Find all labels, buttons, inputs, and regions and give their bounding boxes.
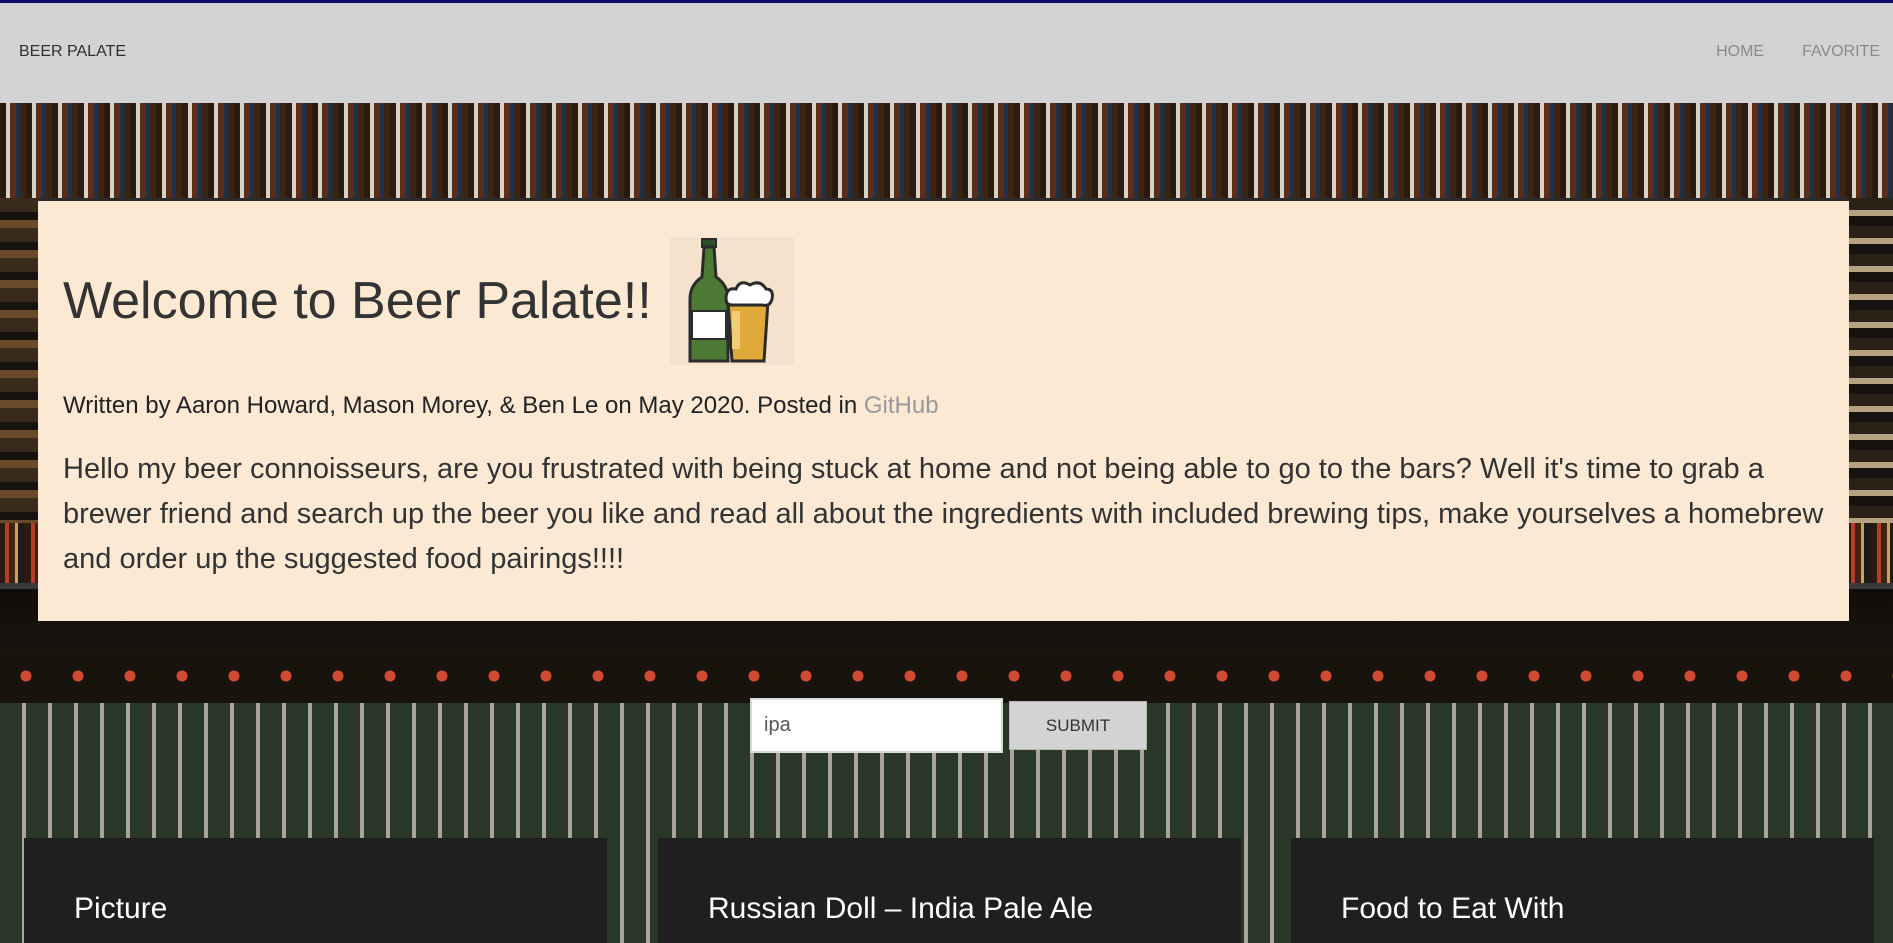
food-pairing-panel: Food to Eat With (1291, 838, 1874, 943)
page-title: Welcome to Beer Palate!! (63, 272, 652, 330)
panel-title: Picture (74, 892, 168, 925)
top-shelf-bottles (0, 103, 1893, 198)
bottle-caps-row (0, 669, 1893, 683)
right-bottle-stack (1848, 198, 1893, 528)
nav-favorite-link[interactable]: FAVORITE (1802, 43, 1880, 61)
nav-links: HOME FAVORITE (1716, 43, 1880, 61)
github-link[interactable]: GitHub (864, 392, 939, 419)
byline-text: Written by Aaron Howard, Mason Morey, & … (63, 392, 864, 419)
top-navbar: BEER PALATE HOME FAVORITE (0, 0, 1893, 103)
beer-search-form: SUBMIT (750, 698, 1147, 753)
beer-details-panel: Russian Doll – India Pale Ale (658, 838, 1241, 943)
panel-title: Food to Eat With (1341, 892, 1565, 925)
picture-panel: Picture (24, 838, 607, 943)
welcome-card: Welcome to Beer Palate!! Written by Aaro… (38, 201, 1849, 621)
beer-bottle-and-glass-icon (669, 237, 794, 365)
left-bottle-stack (0, 198, 38, 528)
welcome-title-row: Welcome to Beer Palate!! (63, 237, 794, 365)
submit-button[interactable]: SUBMIT (1009, 701, 1147, 750)
nav-home-link[interactable]: HOME (1716, 43, 1764, 61)
panel-title: Russian Doll – India Pale Ale (708, 892, 1094, 925)
brand-link[interactable]: BEER PALATE (19, 43, 126, 61)
search-input[interactable] (750, 698, 1003, 753)
byline: Written by Aaron Howard, Mason Morey, & … (63, 392, 939, 420)
intro-paragraph: Hello my beer connoisseurs, are you frus… (63, 453, 1824, 575)
